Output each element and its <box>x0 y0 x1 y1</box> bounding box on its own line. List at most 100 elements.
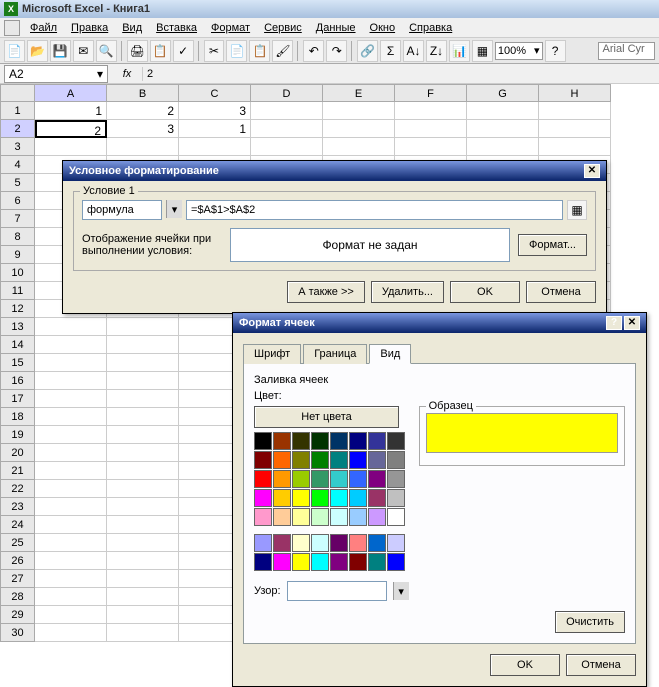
color-swatch[interactable] <box>273 534 291 552</box>
color-swatch[interactable] <box>368 508 386 526</box>
cell-A20[interactable] <box>35 444 107 462</box>
tab-view[interactable]: Вид <box>369 344 411 364</box>
row-head-30[interactable]: 30 <box>0 624 35 642</box>
cell-A25[interactable] <box>35 534 107 552</box>
color-swatch[interactable] <box>254 432 272 450</box>
color-swatch[interactable] <box>330 451 348 469</box>
cell-H1[interactable] <box>539 102 611 120</box>
color-swatch[interactable] <box>387 534 405 552</box>
fx-icon[interactable]: fx <box>112 68 142 80</box>
menu-tools[interactable]: Сервис <box>258 20 308 36</box>
color-swatch[interactable] <box>292 508 310 526</box>
row-head-14[interactable]: 14 <box>0 336 35 354</box>
color-swatch[interactable] <box>273 489 291 507</box>
cell-C2[interactable]: 1 <box>179 120 251 138</box>
color-swatch[interactable] <box>292 451 310 469</box>
cell-A27[interactable] <box>35 570 107 588</box>
color-swatch[interactable] <box>292 470 310 488</box>
color-swatch[interactable] <box>368 489 386 507</box>
cell-B15[interactable] <box>107 354 179 372</box>
color-swatch[interactable] <box>368 553 386 571</box>
color-swatch[interactable] <box>311 508 329 526</box>
close-icon[interactable]: ✕ <box>584 164 600 178</box>
row-head-13[interactable]: 13 <box>0 318 35 336</box>
color-swatch[interactable] <box>330 489 348 507</box>
sum-icon[interactable]: Σ <box>380 40 401 62</box>
col-head-A[interactable]: A <box>35 84 107 102</box>
cf-also-button[interactable]: А также >> <box>287 281 365 303</box>
row-head-12[interactable]: 12 <box>0 300 35 318</box>
cell-B3[interactable] <box>107 138 179 156</box>
color-swatch[interactable] <box>292 489 310 507</box>
cell-B30[interactable] <box>107 624 179 642</box>
cell-A16[interactable] <box>35 372 107 390</box>
color-swatch[interactable] <box>330 470 348 488</box>
color-swatch[interactable] <box>273 470 291 488</box>
paste-icon[interactable]: 📋 <box>249 40 270 62</box>
menu-edit[interactable]: Правка <box>65 20 114 36</box>
row-head-17[interactable]: 17 <box>0 390 35 408</box>
col-head-B[interactable]: B <box>107 84 179 102</box>
row-head-27[interactable]: 27 <box>0 570 35 588</box>
col-head-D[interactable]: D <box>251 84 323 102</box>
color-swatch[interactable] <box>292 432 310 450</box>
format-painter-icon[interactable]: 🖌 <box>272 40 293 62</box>
cell-G3[interactable] <box>467 138 539 156</box>
link-icon[interactable]: 🔗 <box>357 40 378 62</box>
row-head-11[interactable]: 11 <box>0 282 35 300</box>
preview-icon[interactable]: 📋 <box>150 40 171 62</box>
color-swatch[interactable] <box>349 470 367 488</box>
color-swatch[interactable] <box>311 553 329 571</box>
cell-A15[interactable] <box>35 354 107 372</box>
cell-A24[interactable] <box>35 516 107 534</box>
app-menu-icon[interactable] <box>4 20 20 36</box>
spell-icon[interactable]: ✓ <box>173 40 194 62</box>
menu-insert[interactable]: Вставка <box>150 20 203 36</box>
color-swatch[interactable] <box>254 489 272 507</box>
color-swatch[interactable] <box>387 470 405 488</box>
cell-C1[interactable]: 3 <box>179 102 251 120</box>
row-head-26[interactable]: 26 <box>0 552 35 570</box>
cf-title-bar[interactable]: Условное форматирование ✕ <box>63 161 606 181</box>
cell-G1[interactable] <box>467 102 539 120</box>
row-head-18[interactable]: 18 <box>0 408 35 426</box>
row-head-20[interactable]: 20 <box>0 444 35 462</box>
tab-border[interactable]: Граница <box>303 344 367 364</box>
row-head-7[interactable]: 7 <box>0 210 35 228</box>
tab-font[interactable]: Шрифт <box>243 344 301 364</box>
cf-delete-button[interactable]: Удалить... <box>371 281 444 303</box>
close-icon[interactable]: ✕ <box>624 316 640 330</box>
formula-input[interactable]: 2 <box>142 67 659 81</box>
cell-H2[interactable] <box>539 120 611 138</box>
row-head-19[interactable]: 19 <box>0 426 35 444</box>
col-head-E[interactable]: E <box>323 84 395 102</box>
cut-icon[interactable]: ✂ <box>204 40 225 62</box>
cell-B28[interactable] <box>107 588 179 606</box>
help-icon[interactable]: ? <box>545 40 566 62</box>
cell-B1[interactable]: 2 <box>107 102 179 120</box>
row-head-1[interactable]: 1 <box>0 102 35 120</box>
color-swatch[interactable] <box>311 534 329 552</box>
cell-A2[interactable]: 2 <box>35 120 107 138</box>
cf-format-button[interactable]: Формат... <box>518 234 587 256</box>
color-swatch[interactable] <box>387 489 405 507</box>
color-swatch[interactable] <box>292 553 310 571</box>
row-head-24[interactable]: 24 <box>0 516 35 534</box>
cell-A13[interactable] <box>35 318 107 336</box>
chart-icon[interactable]: 📊 <box>449 40 470 62</box>
row-head-21[interactable]: 21 <box>0 462 35 480</box>
menu-format[interactable]: Формат <box>205 20 256 36</box>
no-color-button[interactable]: Нет цвета <box>254 406 399 428</box>
cell-A30[interactable] <box>35 624 107 642</box>
undo-icon[interactable]: ↶ <box>303 40 324 62</box>
color-swatch[interactable] <box>349 489 367 507</box>
range-picker-icon[interactable]: ▦ <box>567 200 587 220</box>
color-swatch[interactable] <box>311 470 329 488</box>
cf-type-combo[interactable]: формула <box>82 200 162 220</box>
chevron-down-icon[interactable]: ▾ <box>166 200 182 218</box>
cell-B25[interactable] <box>107 534 179 552</box>
redo-icon[interactable]: ↷ <box>326 40 347 62</box>
color-swatch[interactable] <box>273 432 291 450</box>
pivot-icon[interactable]: ▦ <box>472 40 493 62</box>
name-box[interactable]: A2▾ <box>4 65 108 83</box>
